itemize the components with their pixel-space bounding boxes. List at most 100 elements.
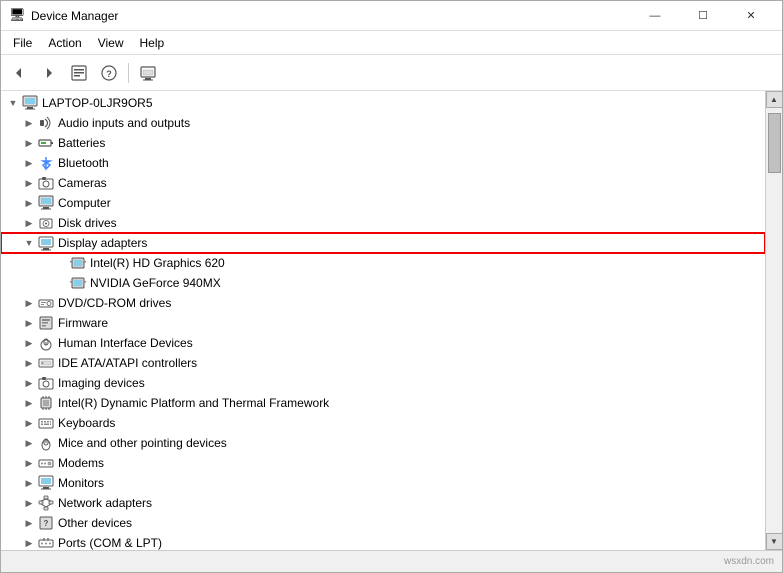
tree-item-audio[interactable]: ▶ Audio inputs and outputs (1, 113, 765, 133)
other-toggle[interactable]: ▶ (21, 515, 37, 531)
content-area: ▼ LAPTOP-0LJR9OR5 ▶ (1, 91, 782, 550)
bluetooth-label: Bluetooth (58, 156, 109, 170)
computer-device-icon (37, 195, 55, 211)
imaging-icon (37, 375, 55, 391)
tree-item-other[interactable]: ▶ ? Other devices (1, 513, 765, 533)
status-bar: wsxdn.com (1, 550, 782, 572)
keyboards-toggle[interactable]: ▶ (21, 415, 37, 431)
tree-item-displayadapters[interactable]: ▼ Display adapters (1, 233, 765, 253)
tree-item-dvdcd[interactable]: ▶ DVD/CD-ROM drives (1, 293, 765, 313)
tree-item-network[interactable]: ▶ Network adapters (1, 493, 765, 513)
modems-toggle[interactable]: ▶ (21, 455, 37, 471)
toolbar-device-manager-button[interactable] (134, 59, 162, 87)
ide-label: IDE ATA/ATAPI controllers (58, 356, 197, 370)
ports-toggle[interactable]: ▶ (21, 535, 37, 550)
audio-icon (37, 115, 55, 131)
device-manager-window: 🖥 Device Manager — ☐ ✕ File Action View … (0, 0, 783, 573)
help-icon: ? (101, 65, 117, 81)
tree-item-bluetooth[interactable]: ▶ Bluetooth (1, 153, 765, 173)
hid-icon (37, 335, 55, 351)
title-bar-left: 🖥 Device Manager (9, 8, 118, 24)
menu-file[interactable]: File (5, 34, 40, 52)
network-toggle[interactable]: ▶ (21, 495, 37, 511)
scroll-down-arrow[interactable]: ▼ (766, 533, 783, 550)
menu-view[interactable]: View (90, 34, 132, 52)
menu-bar: File Action View Help (1, 31, 782, 55)
tree-item-computer[interactable]: ▶ Computer (1, 193, 765, 213)
tree-item-batteries[interactable]: ▶ Batteries (1, 133, 765, 153)
maximize-button[interactable]: ☐ (680, 1, 726, 31)
mice-toggle[interactable]: ▶ (21, 435, 37, 451)
properties-icon (71, 65, 87, 81)
root-toggle[interactable]: ▼ (5, 95, 21, 111)
tree-root[interactable]: ▼ LAPTOP-0LJR9OR5 (1, 93, 765, 113)
bluetooth-icon (37, 155, 55, 171)
close-button[interactable]: ✕ (728, 1, 774, 31)
intel-platform-toggle[interactable]: ▶ (21, 395, 37, 411)
intel-platform-label: Intel(R) Dynamic Platform and Thermal Fr… (58, 396, 329, 410)
scroll-track[interactable] (766, 108, 782, 533)
tree-item-intel-platform[interactable]: ▶ Intel(R) Dynamic Platform and Thermal … (1, 393, 765, 413)
network-icon (37, 495, 55, 511)
network-label: Network adapters (58, 496, 152, 510)
tree-item-imaging[interactable]: ▶ Imaging devices (1, 373, 765, 393)
tree-item-diskdrives[interactable]: ▶ Disk drives (1, 213, 765, 233)
hid-toggle[interactable]: ▶ (21, 335, 37, 351)
chip-icon (37, 395, 55, 411)
ports-icon (37, 535, 55, 550)
tree-item-keyboards[interactable]: ▶ Keyboards (1, 413, 765, 433)
toolbar-help-button[interactable]: ? (95, 59, 123, 87)
tree-item-hid[interactable]: ▶ Human Interface Devices (1, 333, 765, 353)
toolbar-forward-button[interactable] (35, 59, 63, 87)
cameras-toggle[interactable]: ▶ (21, 175, 37, 191)
ide-toggle[interactable]: ▶ (21, 355, 37, 371)
tree-item-cameras[interactable]: ▶ Cameras (1, 173, 765, 193)
scroll-up-arrow[interactable]: ▲ (766, 91, 783, 108)
tree-item-firmware[interactable]: ▶ Firmware (1, 313, 765, 333)
imaging-toggle[interactable]: ▶ (21, 375, 37, 391)
batteries-label: Batteries (58, 136, 105, 150)
menu-help[interactable]: Help (132, 34, 173, 52)
imaging-label: Imaging devices (58, 376, 145, 390)
diskdrives-toggle[interactable]: ▶ (21, 215, 37, 231)
cameras-label: Cameras (58, 176, 107, 190)
tree-item-ports[interactable]: ▶ Ports (COM & LPT) (1, 533, 765, 550)
vertical-scrollbar[interactable]: ▲ ▼ (765, 91, 782, 550)
firmware-icon (37, 315, 55, 331)
audio-toggle[interactable]: ▶ (21, 115, 37, 131)
minimize-button[interactable]: — (632, 1, 678, 31)
root-label: LAPTOP-0LJR9OR5 (42, 96, 153, 110)
tree-panel[interactable]: ▼ LAPTOP-0LJR9OR5 ▶ (1, 91, 765, 550)
firmware-toggle[interactable]: ▶ (21, 315, 37, 331)
diskdrives-label: Disk drives (58, 216, 117, 230)
forward-icon (42, 66, 56, 80)
disk-icon (37, 215, 55, 231)
toolbar-back-button[interactable] (5, 59, 33, 87)
tree-item-ide[interactable]: ▶ IDE ATA/ATAPI controllers (1, 353, 765, 373)
batteries-toggle[interactable]: ▶ (21, 135, 37, 151)
display-adapters-icon (37, 235, 55, 251)
bluetooth-toggle[interactable]: ▶ (21, 155, 37, 171)
scroll-thumb[interactable] (768, 113, 781, 173)
dvdcd-toggle[interactable]: ▶ (21, 295, 37, 311)
monitor-icon (37, 475, 55, 491)
tree-item-intel-hd[interactable]: ▶ Intel(R) HD Graphics 620 (1, 253, 765, 273)
tree-item-modems[interactable]: ▶ Modems (1, 453, 765, 473)
mice-label: Mice and other pointing devices (58, 436, 227, 450)
computer-toggle[interactable]: ▶ (21, 195, 37, 211)
menu-action[interactable]: Action (40, 34, 89, 52)
mouse-icon (37, 435, 55, 451)
toolbar-properties-button[interactable] (65, 59, 93, 87)
nvidia-label: NVIDIA GeForce 940MX (90, 276, 221, 290)
displayadapters-toggle[interactable]: ▼ (21, 235, 37, 251)
dvd-icon (37, 295, 55, 311)
tree-item-mice[interactable]: ▶ Mice and other pointing devices (1, 433, 765, 453)
tree-item-nvidia[interactable]: ▶ NVIDIA GeForce 940MX (1, 273, 765, 293)
gpu-icon-intel (69, 255, 87, 271)
title-bar: 🖥 Device Manager — ☐ ✕ (1, 1, 782, 31)
tree-item-monitors[interactable]: ▶ Monitors (1, 473, 765, 493)
gpu-icon-nvidia (69, 275, 87, 291)
monitors-toggle[interactable]: ▶ (21, 475, 37, 491)
app-icon: 🖥 (9, 8, 25, 24)
other-label: Other devices (58, 516, 132, 530)
